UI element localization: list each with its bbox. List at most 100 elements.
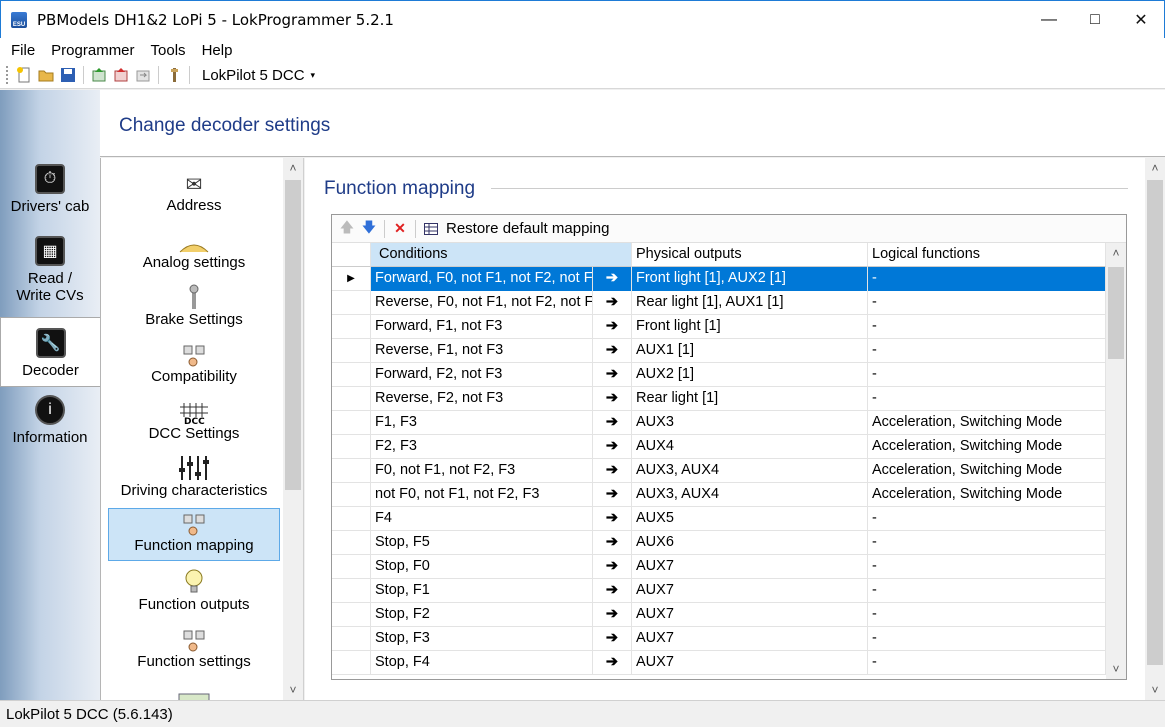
conditions-cell[interactable]: Stop, F0 bbox=[371, 555, 593, 579]
table-row[interactable]: Stop, F4 ➔ AUX7- bbox=[332, 651, 1106, 675]
scroll-down-icon[interactable]: ˅ bbox=[283, 680, 303, 700]
table-row[interactable]: Stop, F3 ➔ AUX7- bbox=[332, 627, 1106, 651]
conditions-cell[interactable]: not F0, not F1, not F2, F3 bbox=[371, 483, 593, 507]
conditions-cell[interactable]: Reverse, F0, not F1, not F2, not F3 bbox=[371, 291, 593, 315]
conditions-cell[interactable]: Forward, F0, not F1, not F2, not F3 bbox=[371, 267, 593, 291]
physical-outputs-cell[interactable]: AUX3, AUX4 bbox=[632, 459, 868, 483]
table-row[interactable]: F4 ➔ AUX5- bbox=[332, 507, 1106, 531]
logical-functions-cell[interactable]: Acceleration, Switching Mode bbox=[868, 411, 1106, 435]
row-selector[interactable] bbox=[332, 555, 371, 579]
row-selector[interactable] bbox=[332, 315, 371, 339]
toolbar-grip[interactable] bbox=[6, 66, 9, 84]
menu-help[interactable]: Help bbox=[194, 42, 241, 59]
column-header-conditions[interactable]: Conditions bbox=[371, 243, 632, 267]
conditions-cell[interactable]: F4 bbox=[371, 507, 593, 531]
scroll-thumb[interactable] bbox=[1108, 267, 1124, 359]
maximize-button[interactable]: □ bbox=[1072, 1, 1118, 38]
write-decoder-icon[interactable] bbox=[110, 64, 132, 86]
physical-outputs-cell[interactable]: AUX7 bbox=[632, 579, 868, 603]
table-icon[interactable] bbox=[420, 218, 442, 240]
physical-outputs-cell[interactable]: Rear light [1] bbox=[632, 387, 868, 411]
conditions-cell[interactable]: F1, F3 bbox=[371, 411, 593, 435]
category-next[interactable] bbox=[108, 682, 280, 700]
conditions-cell[interactable]: Stop, F4 bbox=[371, 651, 593, 675]
row-selector[interactable] bbox=[332, 411, 371, 435]
nav-drivers-cab[interactable]: ⏱ Drivers' cab bbox=[0, 164, 100, 228]
physical-outputs-cell[interactable]: AUX7 bbox=[632, 651, 868, 675]
physical-outputs-cell[interactable]: Front light [1] bbox=[632, 315, 868, 339]
category-dcc-settings[interactable]: DCC DCC Settings bbox=[108, 397, 280, 450]
menu-file[interactable]: File bbox=[3, 42, 43, 59]
category-scrollbar[interactable]: ˄ ˅ bbox=[283, 158, 303, 700]
table-row[interactable]: Reverse, F1, not F3 ➔ AUX1 [1] - bbox=[332, 339, 1106, 363]
category-address[interactable]: ✉ Address bbox=[108, 169, 280, 222]
conditions-cell[interactable]: F2, F3 bbox=[371, 435, 593, 459]
scroll-down-icon[interactable]: ˅ bbox=[1145, 680, 1165, 700]
table-row[interactable]: Stop, F2 ➔ AUX7- bbox=[332, 603, 1106, 627]
table-row[interactable]: Forward, F1, not F3 ➔ Front light [1] - bbox=[332, 315, 1106, 339]
category-function-settings[interactable]: Function settings bbox=[108, 625, 280, 678]
category-function-outputs[interactable]: Function outputs bbox=[108, 568, 280, 621]
row-selector[interactable] bbox=[332, 531, 371, 555]
row-selector[interactable] bbox=[332, 627, 371, 651]
conditions-cell[interactable]: F0, not F1, not F2, F3 bbox=[371, 459, 593, 483]
physical-outputs-cell[interactable]: AUX2 [1] bbox=[632, 363, 868, 387]
logical-functions-cell[interactable]: - bbox=[868, 507, 1106, 531]
save-icon[interactable] bbox=[57, 64, 79, 86]
conditions-cell[interactable]: Forward, F1, not F3 bbox=[371, 315, 593, 339]
scroll-down-icon[interactable]: ˅ bbox=[1106, 659, 1126, 679]
delete-icon[interactable]: ✕ bbox=[389, 218, 411, 240]
menu-tools[interactable]: Tools bbox=[143, 42, 194, 59]
table-row[interactable]: Reverse, F0, not F1, not F2, not F3 ➔ Rear… bbox=[332, 291, 1106, 315]
logical-functions-cell[interactable]: - bbox=[868, 651, 1106, 675]
minimize-button[interactable]: — bbox=[1026, 1, 1072, 38]
nav-read-write-cvs[interactable]: ▦ Read / Write CVs bbox=[0, 236, 100, 318]
logical-functions-cell[interactable]: Acceleration, Switching Mode bbox=[868, 483, 1106, 507]
conditions-cell[interactable]: Reverse, F2, not F3 bbox=[371, 387, 593, 411]
physical-outputs-cell[interactable]: AUX1 [1] bbox=[632, 339, 868, 363]
transfer-icon[interactable] bbox=[132, 64, 154, 86]
restore-default-mapping-button[interactable]: Restore default mapping bbox=[446, 220, 609, 237]
scroll-thumb[interactable] bbox=[285, 180, 301, 490]
logical-functions-cell[interactable]: - bbox=[868, 555, 1106, 579]
physical-outputs-cell[interactable]: AUX7 bbox=[632, 627, 868, 651]
conditions-cell[interactable]: Stop, F3 bbox=[371, 627, 593, 651]
decoder-type-dropdown[interactable]: LokPilot 5 DCC ▾ bbox=[202, 67, 315, 84]
row-selector[interactable] bbox=[332, 603, 371, 627]
row-selector[interactable] bbox=[332, 435, 371, 459]
physical-outputs-cell[interactable]: AUX7 bbox=[632, 603, 868, 627]
table-row[interactable]: F1, F3 ➔ AUX3 Acceleration, Switching Mode bbox=[332, 411, 1106, 435]
category-compatibility[interactable]: Compatibility bbox=[108, 340, 280, 393]
physical-outputs-cell[interactable]: Front light [1], AUX2 [1] bbox=[632, 267, 868, 291]
physical-outputs-cell[interactable]: Rear light [1], AUX1 [1] bbox=[632, 291, 868, 315]
table-row[interactable]: Reverse, F2, not F3 ➔ Rear light [1] - bbox=[332, 387, 1106, 411]
logical-functions-cell[interactable]: - bbox=[868, 363, 1106, 387]
open-folder-icon[interactable] bbox=[35, 64, 57, 86]
logical-functions-cell[interactable]: Acceleration, Switching Mode bbox=[868, 435, 1106, 459]
table-row[interactable]: ▶ Forward, F0, not F1, not F2, not F3 ➔ Fro… bbox=[332, 267, 1106, 291]
scroll-up-icon[interactable]: ˄ bbox=[1145, 158, 1165, 178]
row-selector[interactable] bbox=[332, 651, 371, 675]
conditions-cell[interactable]: Reverse, F1, not F3 bbox=[371, 339, 593, 363]
logical-functions-cell[interactable]: - bbox=[868, 579, 1106, 603]
table-row[interactable]: Stop, F5 ➔ AUX6- bbox=[332, 531, 1106, 555]
physical-outputs-cell[interactable]: AUX4 bbox=[632, 435, 868, 459]
row-selector[interactable] bbox=[332, 507, 371, 531]
row-selector[interactable] bbox=[332, 387, 371, 411]
table-row[interactable]: F0, not F1, not F2, F3 ➔ AUX3, AUX4 Acceler… bbox=[332, 459, 1106, 483]
conditions-cell[interactable]: Stop, F1 bbox=[371, 579, 593, 603]
physical-outputs-cell[interactable]: AUX3, AUX4 bbox=[632, 483, 868, 507]
column-header-physical-outputs[interactable]: Physical outputs bbox=[632, 243, 868, 267]
row-selector[interactable]: ▶ bbox=[332, 267, 371, 291]
logical-functions-cell[interactable]: - bbox=[868, 267, 1106, 291]
category-function-mapping[interactable]: Function mapping bbox=[108, 508, 280, 561]
row-selector[interactable] bbox=[332, 483, 371, 507]
logical-functions-cell[interactable]: - bbox=[868, 531, 1106, 555]
logical-functions-cell[interactable]: - bbox=[868, 315, 1106, 339]
conditions-cell[interactable]: Forward, F2, not F3 bbox=[371, 363, 593, 387]
column-header-logical-functions[interactable]: Logical functions bbox=[868, 243, 1106, 267]
app-icon[interactable]: ESU bbox=[11, 11, 27, 28]
row-selector[interactable] bbox=[332, 339, 371, 363]
row-selector[interactable] bbox=[332, 363, 371, 387]
category-driving-characteristics[interactable]: Driving characteristics bbox=[108, 454, 280, 507]
